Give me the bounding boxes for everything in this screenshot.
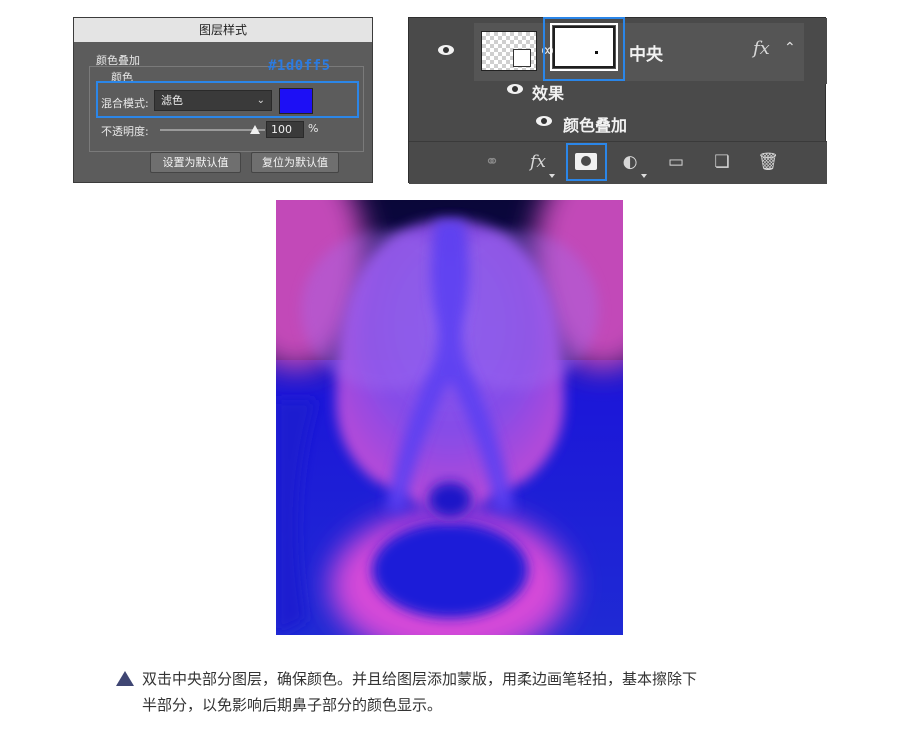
nose-shape — [428, 482, 472, 518]
trash-icon[interactable]: 🗑 — [755, 150, 781, 174]
color-overlay-eye-icon[interactable] — [536, 116, 552, 126]
mask-highlight-box — [543, 17, 625, 81]
layer-style-dialog: 图层样式 颜色叠加 颜色 #1d0ff5 混合模式: 滤色 ⌄ 不透明度: 10… — [73, 17, 373, 183]
layers-panel: ∞ 中央 fx ⌃ 效果 颜色叠加 ⚭ fx ◐ ▭ ❏ 🗑 — [408, 17, 827, 184]
layer-name: 中央 — [629, 45, 663, 65]
artwork-preview — [276, 200, 623, 635]
smart-object-badge-icon — [513, 49, 531, 67]
artwork-svg — [276, 200, 623, 635]
opacity-unit: % — [308, 122, 319, 135]
blend-mode-label: 混合模式: — [101, 97, 149, 110]
dialog-title: 图层样式 — [74, 18, 372, 42]
collapse-caret-icon[interactable]: ⌃ — [784, 40, 796, 56]
triangle-bullet-icon — [116, 671, 134, 686]
blend-mode-value: 滤色 — [161, 94, 183, 107]
reset-default-button[interactable]: 复位为默认值 — [251, 152, 339, 173]
blend-mode-select[interactable]: 滤色 ⌄ — [154, 90, 272, 111]
effects-label: 效果 — [532, 84, 565, 103]
chevron-down-icon: ⌄ — [256, 95, 265, 106]
opacity-label: 不透明度: — [101, 125, 149, 138]
caption-line-2: 半部分，以免影响后期鼻子部分的颜色显示。 — [142, 696, 443, 714]
opacity-input[interactable]: 100 — [266, 121, 304, 138]
color-overlay-effect-label[interactable]: 颜色叠加 — [563, 112, 627, 136]
opacity-slider-thumb[interactable] — [250, 125, 260, 134]
mouth-inner — [372, 522, 528, 618]
add-style-fx-icon[interactable]: fx — [525, 150, 555, 178]
caption-line-1: 双击中央部分图层，确保颜色。并且给图层添加蒙版，用柔边画笔轻拍，基本擦除下 — [142, 670, 698, 688]
hex-color-annotation: #1d0ff5 — [268, 58, 331, 74]
add-mask-icon[interactable] — [575, 153, 597, 170]
layers-toolbar: ⚭ fx ◐ ▭ ❏ 🗑 — [409, 142, 827, 184]
overlay-color-swatch[interactable] — [279, 88, 313, 114]
link-layers-icon[interactable]: ⚭ — [479, 150, 505, 174]
fx-icon[interactable]: fx — [753, 38, 770, 59]
adjustment-layer-icon[interactable]: ◐ — [617, 150, 647, 178]
folder-icon[interactable]: ▭ — [663, 150, 689, 174]
new-layer-icon[interactable]: ❏ — [709, 150, 735, 174]
effects-eye-icon[interactable] — [507, 84, 523, 94]
layer-row[interactable]: ∞ 中央 fx ⌃ — [409, 17, 827, 84]
eye-icon[interactable] — [438, 45, 454, 55]
make-default-button[interactable]: 设置为默认值 — [150, 152, 241, 173]
